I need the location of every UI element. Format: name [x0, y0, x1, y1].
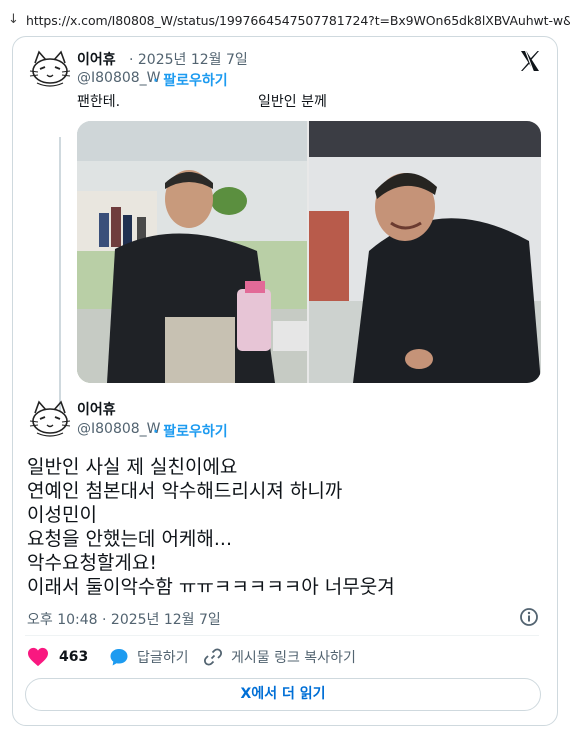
post-text: 일반인 사실 제 실친이에요 연예인 첨본대서 악수해드리시져 하니까 이성민이… — [27, 455, 537, 599]
quoted-post-text: 팬한테. 일반인 분께 — [77, 94, 327, 110]
like-count: 463 — [59, 649, 89, 665]
photo-man-seated[interactable] — [77, 121, 307, 383]
post-follow-button[interactable]: · 팔로우하기 — [153, 421, 228, 441]
post-text-line: 이성민이 — [27, 504, 97, 526]
post-text-line: 연예인 첨본대서 악수해드리시져 하니까 — [27, 480, 343, 502]
quoted-handle[interactable]: @I80808_W — [77, 70, 161, 86]
media-grid[interactable] — [77, 121, 541, 383]
post-handle[interactable]: @I80808_W — [77, 421, 161, 437]
heart-icon — [28, 647, 48, 667]
info-icon[interactable] — [519, 607, 539, 627]
post-text-line: 이래서 둘이악수함 ㅠㅠㅋㅋㅋㅋㅋ아 너무웃겨 — [27, 576, 395, 598]
speech-bubble-icon — [110, 649, 128, 666]
quoted-follow-button[interactable]: · 팔로우하기 — [153, 70, 228, 90]
thread-connector-line — [59, 137, 61, 427]
address-bar[interactable]: ↓ https://x.com/I80808_W/status/19976645… — [0, 0, 570, 38]
divider — [25, 635, 539, 636]
x-logo-icon[interactable] — [517, 49, 543, 73]
like-button[interactable]: 463 — [27, 645, 88, 669]
post-text-line: 요청을 안했는데 어케해... — [27, 528, 232, 550]
post-text-line: 일반인 사실 제 실친이에요 — [27, 456, 238, 478]
quoted-date[interactable]: · 2025년 12월 7일 — [129, 49, 248, 69]
copy-link-label: 게시물 링크 복사하기 — [231, 650, 356, 666]
copy-link-button[interactable]: 게시물 링크 복사하기 — [203, 645, 356, 669]
quoted-display-name[interactable]: 이어휴 — [77, 49, 116, 69]
action-bar: 463 답글하기 게시물 링크 복사하기 — [27, 645, 547, 669]
reply-label: 답글하기 — [137, 650, 189, 666]
read-more-on-x-button[interactable]: X에서 더 읽기 — [25, 678, 541, 711]
cat-avatar-icon[interactable] — [27, 49, 73, 89]
link-icon — [203, 648, 223, 666]
reply-button[interactable]: 답글하기 — [109, 645, 189, 669]
url-text: https://x.com/I80808_W/status/1997664547… — [26, 13, 570, 28]
post-display-name[interactable]: 이어휴 — [77, 399, 116, 419]
download-arrow-icon: ↓ — [8, 12, 19, 27]
cat-avatar-icon[interactable] — [27, 399, 73, 439]
photo-man-laughing[interactable] — [309, 121, 541, 383]
post-timestamp[interactable]: 오후 10:48 · 2025년 12월 7일 — [27, 609, 221, 629]
embedded-post-card: 이어휴 · 2025년 12월 7일 @I80808_W · 팔로우하기 팬한테… — [12, 36, 558, 726]
post-text-line: 악수요청할게요! — [27, 552, 157, 574]
